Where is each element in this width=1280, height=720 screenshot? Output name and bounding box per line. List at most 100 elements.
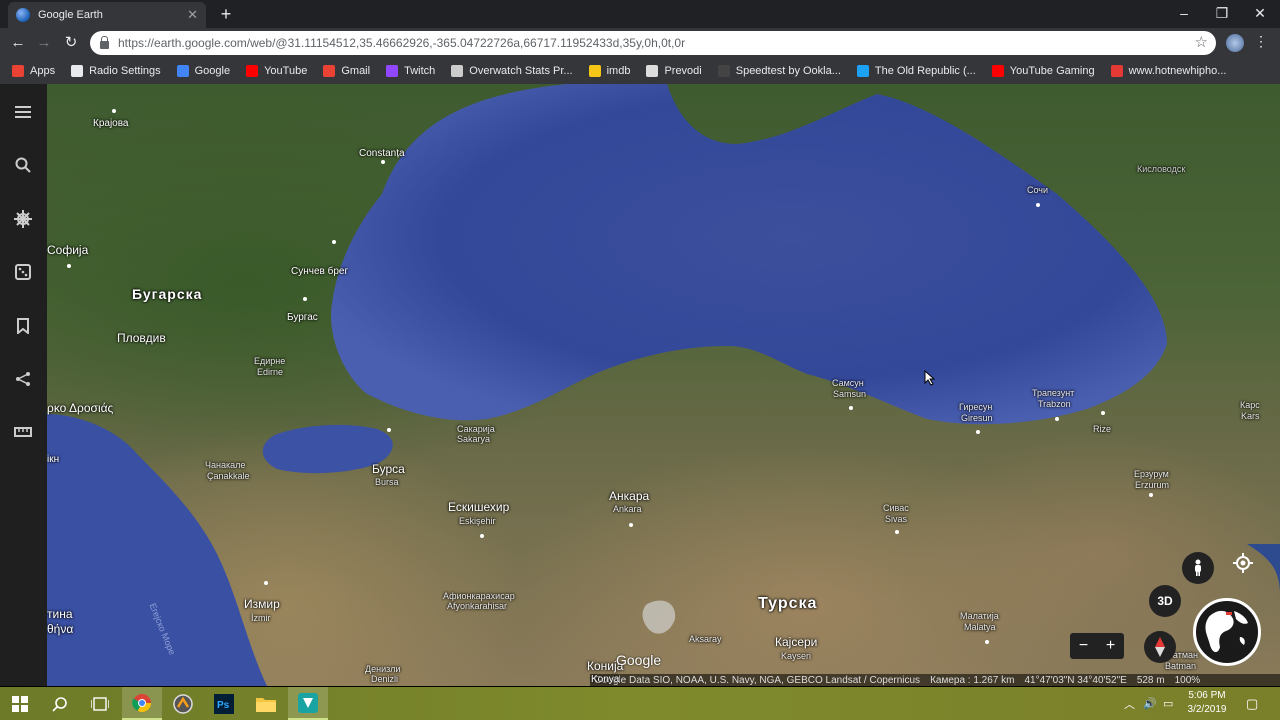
map-label-sunchev-breg: Сунчев брег	[291, 266, 349, 277]
map-label-plovdiv: Пловдив	[117, 331, 166, 345]
bookmark-item[interactable]: Twitch	[386, 65, 435, 77]
apps-grid-icon	[12, 65, 24, 77]
bookmark-label: Gmail	[341, 65, 371, 77]
map-label-turska: Турска	[758, 595, 818, 612]
address-bar[interactable]: https://earth.google.com/web/@31.1115451…	[90, 31, 1216, 55]
menu-hamburger-icon[interactable]	[13, 102, 33, 122]
map-label-denizli-cyr: Денизли	[365, 664, 401, 674]
map-label-thina: θήνα	[47, 622, 74, 636]
bookmark-item[interactable]: YouTube Gaming	[991, 65, 1095, 77]
zoom-out-button[interactable]: −	[1070, 633, 1097, 659]
task-view-icon[interactable]	[80, 687, 120, 720]
notifications-icon[interactable]: ▢	[1246, 687, 1258, 720]
map-label-samsun: Samsun	[833, 389, 867, 399]
map-label-eskisehir: Eskişehir	[459, 516, 496, 526]
google-icon	[176, 65, 189, 77]
map-label-kars: Kars	[1241, 411, 1260, 421]
city-dot	[112, 109, 116, 113]
maximize-button[interactable]: ❐	[1203, 0, 1241, 28]
attribution-text: Google Data SIO, NOAA, U.S. Navy, NGA, G…	[594, 675, 921, 686]
youtube-gaming-icon	[991, 65, 1004, 77]
system-clock[interactable]: 5:06 PM 3/2/2019	[1182, 689, 1232, 717]
bookmark-label: The Old Republic (...	[874, 65, 976, 77]
reload-button[interactable]: ↻	[60, 32, 82, 54]
search-icon[interactable]	[13, 155, 33, 175]
bookmark-item[interactable]: Apps	[12, 65, 55, 77]
map-label-samsun-cyr: Самсун	[832, 378, 864, 388]
chrome-taskbar-icon[interactable]	[122, 687, 162, 720]
bookmark-item[interactable]: YouTube	[246, 65, 307, 77]
city-dot	[895, 530, 899, 534]
bookmark-item[interactable]: The Old Republic (...	[856, 65, 976, 77]
city-dot	[849, 406, 853, 410]
bookmark-label: Apps	[30, 65, 56, 77]
voyager-wheel-icon[interactable]	[13, 209, 33, 229]
bookmark-item[interactable]: Google	[176, 65, 231, 77]
forward-button[interactable]: →	[33, 32, 55, 54]
pegman-street-view-icon[interactable]	[1182, 552, 1214, 584]
clock-time: 5:06 PM	[1188, 690, 1226, 701]
bookmark-item[interactable]: imdb	[588, 65, 630, 77]
overwatch-taskbar-icon[interactable]	[163, 687, 203, 720]
new-tab-button[interactable]: +	[216, 4, 236, 24]
profile-avatar[interactable]	[1226, 34, 1244, 52]
map-label-sakarya: Sakarya	[457, 434, 491, 444]
back-button[interactable]: ←	[7, 32, 29, 54]
globe-minimap[interactable]	[1193, 598, 1261, 666]
menu-kebab-icon[interactable]: ⋮	[1254, 33, 1268, 50]
browser-tab[interactable]: Google Earth ✕	[8, 2, 206, 28]
mouse-cursor-icon	[924, 370, 936, 386]
zoom-in-button[interactable]: +	[1097, 633, 1124, 659]
google-earth-favicon-icon	[16, 8, 30, 22]
bookmark-item[interactable]: Gmail	[323, 65, 370, 77]
close-tab-icon[interactable]: ✕	[187, 7, 198, 23]
map-label-canakkale: Çanakkale	[207, 471, 250, 481]
bookmark-icon[interactable]	[13, 316, 33, 336]
map-label-kajseri: Кајсери	[775, 635, 818, 649]
map-label-aksaray: Aksaray	[689, 634, 722, 644]
bookmark-label: Twitch	[404, 65, 436, 77]
network-icon[interactable]: ▭	[1163, 687, 1173, 720]
feeling-lucky-dice-icon[interactable]	[13, 262, 33, 282]
app-taskbar-icon[interactable]	[288, 687, 328, 720]
close-window-button[interactable]: ✕	[1241, 0, 1279, 28]
toggle-3d-button[interactable]: 3D	[1149, 585, 1181, 617]
map-label-erzurum-cyr: Ерзурум	[1134, 469, 1169, 479]
windows-start-icon[interactable]	[0, 687, 40, 720]
compass-icon[interactable]	[1144, 631, 1176, 663]
bookmark-item[interactable]: Prevodi	[646, 65, 702, 77]
bookmark-label: Prevodi	[664, 65, 702, 77]
bookmark-label: Google	[194, 65, 231, 77]
map-label-sivas-cyr: Сивас	[883, 503, 909, 513]
photoshop-taskbar-icon[interactable]: Ps	[204, 687, 244, 720]
map-label-kayseri: Kayseri	[781, 651, 812, 661]
zoom-percentage: 100%	[1174, 675, 1201, 686]
taskbar-search-icon[interactable]	[40, 687, 80, 720]
map-label-giresun: Giresun	[961, 413, 993, 423]
lock-icon	[100, 36, 109, 49]
bookmark-item[interactable]: Overwatch Stats Pr...	[451, 65, 573, 77]
cursor-coordinates: 41°47'03"N 34°40'52"E	[1024, 675, 1127, 686]
bookmark-label: Radio Settings	[89, 65, 161, 77]
map-label-izmir-cyr: Измир	[244, 597, 280, 611]
file-explorer-icon[interactable]	[246, 687, 286, 720]
city-dot	[67, 264, 71, 268]
city-dot	[264, 581, 268, 585]
city-dot	[629, 523, 633, 527]
map-label-burgas: Бургас	[287, 312, 318, 323]
share-icon[interactable]	[13, 369, 33, 389]
earth-map-view[interactable]: Крајова Constanța Софија Бугарска Сунчев…	[47, 84, 1280, 686]
measure-ruler-icon[interactable]	[13, 422, 33, 442]
my-location-icon[interactable]	[1227, 547, 1259, 579]
bookmark-star-icon[interactable]: ☆	[1195, 33, 1208, 51]
tray-chevron-icon[interactable]: ︿	[1124, 687, 1135, 720]
page-icon	[71, 65, 84, 77]
bookmark-item[interactable]: www.hotnewhipho...	[1110, 65, 1226, 77]
bookmark-item[interactable]: Radio Settings	[71, 65, 161, 77]
volume-icon[interactable]: 🔊	[1143, 687, 1157, 720]
minimize-button[interactable]: –	[1165, 0, 1203, 28]
browser-toolbar: ← → ↻ https://earth.google.com/web/@31.1…	[0, 28, 1280, 58]
svg-text:Ps: Ps	[217, 700, 230, 711]
bookmark-label: Overwatch Stats Pr...	[469, 65, 573, 77]
bookmark-item[interactable]: Speedtest by Ookla...	[717, 65, 841, 77]
